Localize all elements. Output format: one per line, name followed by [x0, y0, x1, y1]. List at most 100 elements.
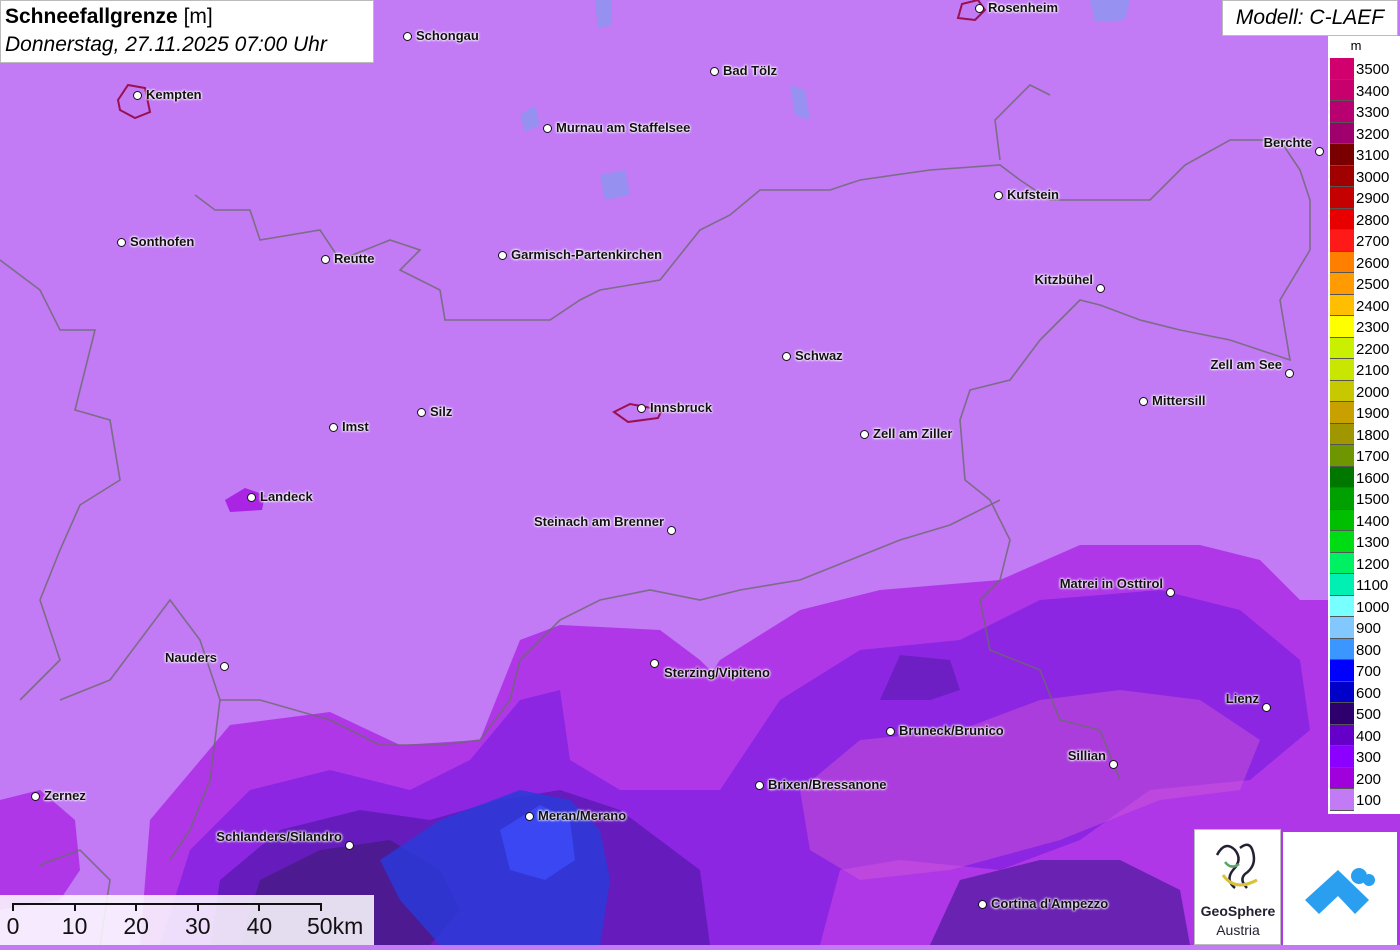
city-marker[interactable]: [1166, 588, 1175, 597]
legend-label: 600: [1356, 684, 1382, 702]
legend-label: 1900: [1356, 405, 1390, 422]
legend-swatch: [1330, 638, 1354, 660]
scale-label: 50km: [307, 913, 364, 939]
city-marker[interactable]: [1096, 284, 1105, 293]
geosphere-country: Austria: [1216, 922, 1260, 938]
geosphere-icon: [1215, 843, 1258, 889]
legend-label: 2800: [1356, 211, 1390, 229]
city-label[interactable]: Schlanders/Silandro: [216, 829, 342, 844]
legend-label: 900: [1356, 620, 1382, 637]
scale-line: [13, 903, 321, 905]
city-label[interactable]: Matrei in Osttirol: [1060, 576, 1163, 591]
city-label[interactable]: Zell am See: [1210, 357, 1282, 372]
city-label[interactable]: Kempten: [146, 87, 202, 102]
city-marker[interactable]: [403, 32, 412, 41]
city-marker[interactable]: [321, 255, 330, 264]
legend-label: 1200: [1356, 555, 1390, 573]
legend-item-2400: 2400: [1330, 294, 1400, 316]
city-marker[interactable]: [1139, 397, 1148, 406]
legend-swatch: [1330, 122, 1354, 144]
city-marker[interactable]: [498, 251, 507, 260]
city-marker[interactable]: [650, 659, 659, 668]
legend-swatch: [1330, 595, 1354, 617]
legend-item-2800: 2800: [1330, 208, 1400, 230]
city-marker[interactable]: [782, 352, 791, 361]
city-marker[interactable]: [637, 404, 646, 413]
city-marker[interactable]: [247, 493, 256, 502]
city-marker[interactable]: [117, 238, 126, 247]
legend-swatch: [1330, 294, 1354, 316]
city-label[interactable]: Nauders: [165, 650, 217, 665]
legend-swatch: [1330, 230, 1354, 252]
city-label[interactable]: Zell am Ziller: [873, 426, 952, 441]
city-label[interactable]: Sonthofen: [130, 234, 194, 249]
city-marker[interactable]: [755, 781, 764, 790]
city-marker[interactable]: [667, 526, 676, 535]
legend-item-2900: 2900: [1330, 187, 1400, 209]
weather-app-logo[interactable]: [1283, 832, 1397, 945]
city-label[interactable]: Zernez: [44, 788, 86, 803]
legend-item-600: 600: [1330, 681, 1400, 703]
city-marker[interactable]: [1315, 147, 1324, 156]
city-marker[interactable]: [975, 4, 984, 13]
legend-label: 1500: [1356, 491, 1390, 508]
legend-item-200: 200: [1330, 767, 1400, 789]
city-label[interactable]: Sillian: [1068, 748, 1106, 763]
city-label[interactable]: Bad Tölz: [723, 63, 777, 78]
geosphere-logo[interactable]: GeoSphere Austria: [1194, 829, 1281, 945]
legend-swatch: [1330, 58, 1354, 80]
city-label[interactable]: Reutte: [334, 251, 374, 266]
city-label[interactable]: Murnau am Staffelsee: [556, 120, 690, 135]
city-marker[interactable]: [345, 841, 354, 850]
city-marker[interactable]: [417, 408, 426, 417]
city-label[interactable]: Imst: [342, 419, 369, 434]
city-marker[interactable]: [329, 423, 338, 432]
city-label[interactable]: Kufstein: [1007, 187, 1059, 202]
snowline-map[interactable]: [0, 0, 1400, 945]
legend-label: 3000: [1356, 168, 1390, 186]
city-marker[interactable]: [1109, 760, 1118, 769]
city-label[interactable]: Steinach am Brenner: [534, 514, 664, 529]
city-marker[interactable]: [978, 900, 987, 909]
cloud-arrow-icon: [1305, 868, 1375, 914]
city-label[interactable]: Garmisch-Partenkirchen: [511, 247, 662, 262]
legend-item-1800: 1800: [1330, 423, 1400, 445]
city-marker[interactable]: [994, 191, 1003, 200]
city-label[interactable]: Brixen/Bressanone: [768, 777, 887, 792]
city-label[interactable]: Meran/Merano: [538, 808, 626, 823]
legend-item-2000: 2000: [1330, 380, 1400, 402]
city-marker[interactable]: [1262, 703, 1271, 712]
city-marker[interactable]: [710, 67, 719, 76]
legend-swatch: [1330, 273, 1354, 295]
legend-item-2600: 2600: [1330, 251, 1400, 273]
city-label[interactable]: Bruneck/Brunico: [899, 723, 1004, 738]
legend-item-3300: 3300: [1330, 101, 1400, 123]
city-label[interactable]: Sterzing/Vipiteno: [664, 665, 770, 680]
city-label[interactable]: Schwaz: [795, 348, 843, 363]
city-label[interactable]: Kitzbühel: [1035, 272, 1094, 287]
city-label[interactable]: Silz: [430, 404, 452, 419]
legend-item-1200: 1200: [1330, 552, 1400, 574]
city-label[interactable]: Schongau: [416, 28, 479, 43]
city-label[interactable]: Mittersill: [1152, 393, 1205, 408]
city-marker[interactable]: [886, 727, 895, 736]
city-label[interactable]: Lienz: [1226, 691, 1259, 706]
city-label[interactable]: Rosenheim: [988, 0, 1058, 15]
city-marker[interactable]: [133, 91, 142, 100]
city-marker[interactable]: [543, 124, 552, 133]
map-date: Donnerstag, 27.11.2025 07:00 Uhr: [5, 33, 327, 56]
city-marker[interactable]: [220, 662, 229, 671]
city-marker[interactable]: [525, 812, 534, 821]
city-label[interactable]: Innsbruck: [650, 400, 712, 415]
city-label[interactable]: Berchte: [1264, 135, 1312, 150]
legend-swatch: [1330, 144, 1354, 166]
legend-label: 1000: [1356, 598, 1390, 616]
city-label[interactable]: Cortina d'Ampezzo: [991, 896, 1108, 911]
legend-item-300: 300: [1330, 746, 1400, 768]
city-label[interactable]: Landeck: [260, 489, 313, 504]
city-marker[interactable]: [860, 430, 869, 439]
scale-label: 0: [6, 913, 20, 939]
legend-swatch: [1330, 789, 1354, 811]
city-marker[interactable]: [1285, 369, 1294, 378]
city-marker[interactable]: [31, 792, 40, 801]
